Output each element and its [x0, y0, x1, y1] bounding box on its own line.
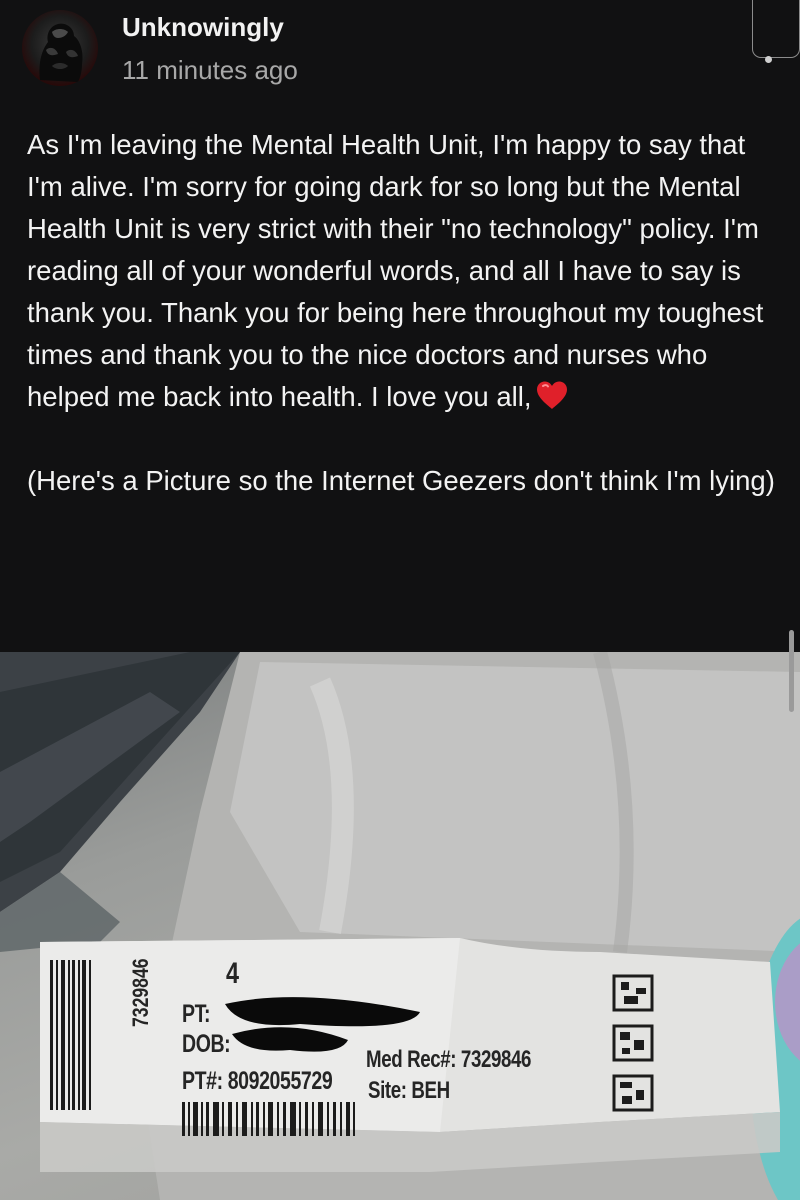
wristband-number: 4 [226, 957, 239, 990]
post-paragraph: As I'm leaving the Mental Health Unit, I… [27, 124, 787, 418]
scrollbar[interactable] [789, 630, 794, 712]
wristband-pt-label: PT: [182, 1000, 211, 1028]
more-options-icon[interactable] [765, 56, 772, 63]
post-paragraph-text: As I'm leaving the Mental Health Unit, I… [27, 129, 764, 412]
red-heart-icon [535, 380, 569, 410]
wristband-site: Site: BEH [368, 1077, 450, 1104]
wristband-side-id: 7329846 [128, 958, 153, 1027]
username[interactable]: Unknowingly [122, 12, 284, 43]
post-timestamp: 11 minutes ago [122, 55, 298, 85]
attached-photo[interactable]: 4 PT: DOB: Med Rec#: 7329846 PT#: 809205… [0, 652, 800, 1200]
post-body: As I'm leaving the Mental Health Unit, I… [27, 124, 787, 502]
wristband-dob-label: DOB: [182, 1030, 231, 1058]
avatar[interactable] [22, 10, 98, 86]
wristband-med-rec: Med Rec#: 7329846 [366, 1046, 532, 1073]
post-paragraph: (Here's a Picture so the Internet Geezer… [27, 465, 775, 496]
wristband-pt-number: PT#: 8092055729 [182, 1067, 333, 1095]
photo-scene [0, 652, 800, 1200]
top-frame-edge [752, 0, 800, 58]
